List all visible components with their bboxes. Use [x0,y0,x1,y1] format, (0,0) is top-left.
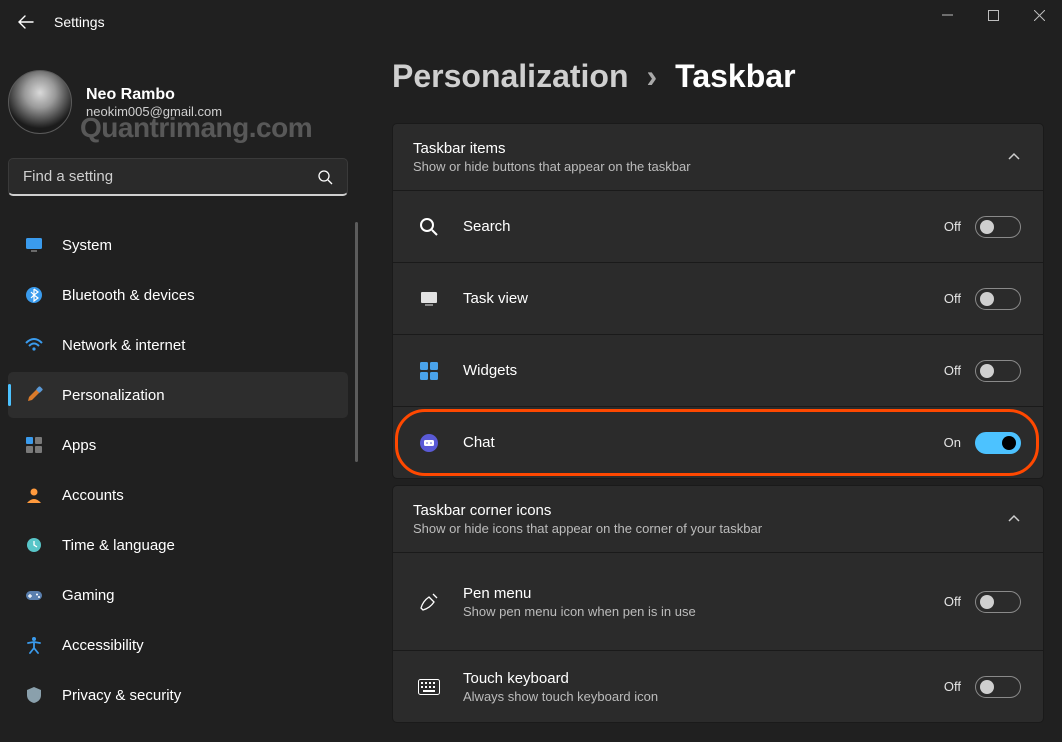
sidebar-item-label: Time & language [62,537,175,554]
titlebar: Settings [0,0,1062,44]
card-header[interactable]: Taskbar items Show or hide buttons that … [393,124,1043,190]
wifi-icon [24,335,44,355]
setting-row-chat: Chat On [393,406,1043,478]
toggle-switch[interactable] [975,432,1021,454]
main-content: Personalization › Taskbar Taskbar items … [360,44,1062,742]
person-icon [24,485,44,505]
toggle-switch[interactable] [975,591,1021,613]
maximize-icon [988,10,999,21]
settings-card: Taskbar corner icons Show or hide icons … [392,485,1044,723]
sidebar-item-label: Accessibility [62,637,144,654]
bluetooth-icon [24,285,44,305]
gamepad-icon [24,585,44,605]
setting-row-widgets: Widgets Off [393,334,1043,406]
back-button[interactable] [4,0,48,44]
toggle-switch[interactable] [975,288,1021,310]
sidebar-item-apps[interactable]: Apps [8,422,348,468]
sidebar-item-network-internet[interactable]: Network & internet [8,322,348,368]
card-description: Show or hide buttons that appear on the … [413,159,1005,174]
row-description: Always show touch keyboard icon [463,689,723,704]
nav-scrollbar[interactable] [355,222,358,462]
sidebar-item-privacy-security[interactable]: Privacy & security [8,672,348,718]
widgets-icon [417,359,441,383]
sidebar-item-label: Accounts [62,487,124,504]
profile-email: neokim005@gmail.com [86,104,222,119]
sidebar-item-label: Personalization [62,387,165,404]
sidebar-item-time-language[interactable]: Time & language [8,522,348,568]
sidebar-item-label: Bluetooth & devices [62,287,195,304]
shield-icon [24,685,44,705]
sidebar-item-label: Network & internet [62,337,185,354]
breadcrumb: Personalization › Taskbar [392,58,1044,95]
row-title: Widgets [463,362,944,379]
back-arrow-icon [18,14,34,30]
window-controls [924,0,1062,30]
keyboard-icon [417,675,441,699]
setting-row-search: Search Off [393,190,1043,262]
toggle-switch[interactable] [975,360,1021,382]
sidebar-item-gaming[interactable]: Gaming [8,572,348,618]
toggle-state-label: Off [944,363,961,378]
setting-row-pen-menu: Pen menu Show pen menu icon when pen is … [393,552,1043,650]
sidebar-item-label: Apps [62,437,96,454]
close-icon [1034,10,1045,21]
toggle-state-label: Off [944,291,961,306]
sidebar-item-label: Gaming [62,587,115,604]
sidebar-item-label: Privacy & security [62,687,181,704]
search-icon [417,215,441,239]
toggle-switch[interactable] [975,676,1021,698]
toggle-state-label: On [944,435,961,450]
profile-block[interactable]: Neo Rambo neokim005@gmail.com Quantriman… [8,54,360,158]
chevron-up-icon [1005,148,1023,166]
breadcrumb-separator-icon: › [647,58,658,95]
settings-card: Taskbar items Show or hide buttons that … [392,123,1044,479]
close-button[interactable] [1016,0,1062,30]
row-title: Touch keyboard [463,670,944,687]
card-title: Taskbar items [413,140,1005,157]
pen-icon [417,590,441,614]
minimize-icon [942,10,953,21]
sidebar-item-personalization[interactable]: Personalization [8,372,348,418]
accessibility-icon [24,635,44,655]
avatar [8,70,72,134]
maximize-button[interactable] [970,0,1016,30]
sidebar-item-accessibility[interactable]: Accessibility [8,622,348,668]
taskview-icon [417,287,441,311]
monitor-icon [24,235,44,255]
row-title: Search [463,218,944,235]
nav-list: System Bluetooth & devices Network & int… [8,222,360,718]
sidebar-item-system[interactable]: System [8,222,348,268]
setting-row-touch-keyboard: Touch keyboard Always show touch keyboar… [393,650,1043,722]
search-box[interactable] [8,158,348,196]
setting-row-task-view: Task view Off [393,262,1043,334]
toggle-state-label: Off [944,679,961,694]
sidebar: Neo Rambo neokim005@gmail.com Quantriman… [0,44,360,742]
profile-name: Neo Rambo [86,86,222,104]
search-icon [317,169,333,185]
toggle-state-label: Off [944,219,961,234]
brush-icon [24,385,44,405]
row-title: Task view [463,290,944,307]
minimize-button[interactable] [924,0,970,30]
sidebar-item-accounts[interactable]: Accounts [8,472,348,518]
card-description: Show or hide icons that appear on the co… [413,521,1005,536]
chevron-up-icon [1005,510,1023,528]
card-header[interactable]: Taskbar corner icons Show or hide icons … [393,486,1043,552]
apps-icon [24,435,44,455]
toggle-state-label: Off [944,594,961,609]
window-title: Settings [54,14,105,30]
chat-icon [417,431,441,455]
row-title: Pen menu [463,585,944,602]
card-title: Taskbar corner icons [413,502,1005,519]
sidebar-item-bluetooth-devices[interactable]: Bluetooth & devices [8,272,348,318]
row-title: Chat [463,434,944,451]
breadcrumb-current: Taskbar [675,58,795,95]
row-description: Show pen menu icon when pen is in use [463,604,723,619]
toggle-switch[interactable] [975,216,1021,238]
search-input[interactable] [23,168,317,185]
clock-globe-icon [24,535,44,555]
breadcrumb-parent[interactable]: Personalization [392,58,629,95]
sidebar-item-label: System [62,237,112,254]
